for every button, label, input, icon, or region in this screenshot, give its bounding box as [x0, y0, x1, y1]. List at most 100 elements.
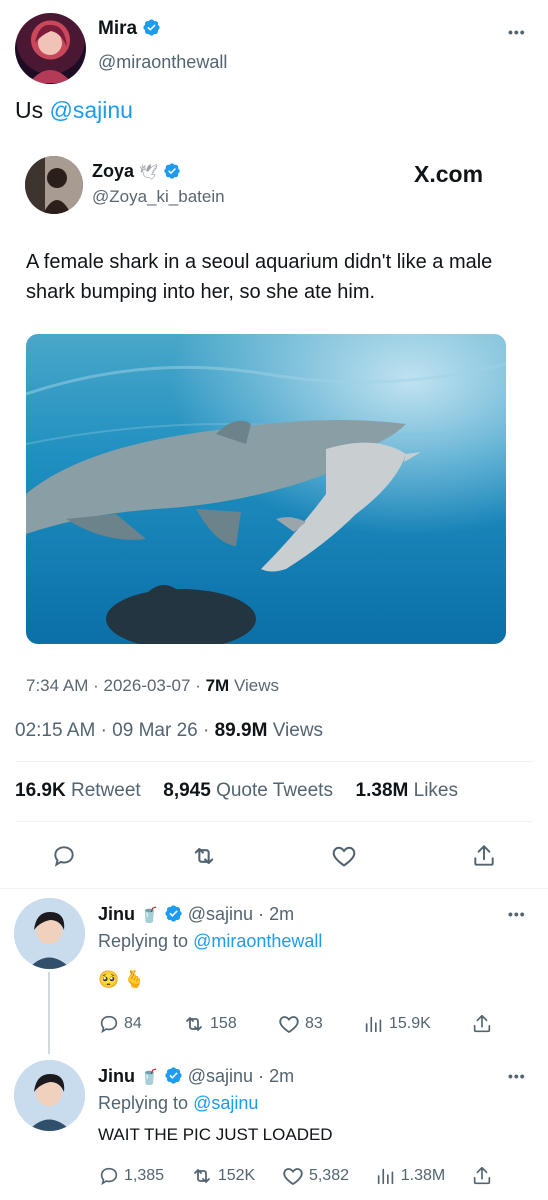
reply1-handle[interactable]: @sajinu	[188, 904, 253, 924]
reply-button[interactable]	[48, 840, 80, 872]
zoya-name: Zoya	[92, 161, 135, 181]
quoted-tweet-text: A female shark in a seoul aquarium didn'…	[26, 251, 493, 303]
verified-badge-icon	[164, 163, 180, 179]
meta-dot: ·	[258, 1066, 265, 1086]
quotes-label: Quote Tweets	[216, 780, 333, 801]
reply2-age: 2m	[269, 1066, 295, 1086]
reply-button[interactable]: 1,385	[98, 1165, 164, 1187]
retweet-icon	[194, 847, 214, 865]
tweet-meta: 02:15 AM · 09 Mar 26 · 89.9M Views	[15, 720, 323, 742]
replying-to-link[interactable]: @sajinu	[193, 1093, 258, 1113]
retweet-button[interactable]	[188, 840, 220, 872]
meta-dot: ·	[203, 720, 215, 741]
shark-photo[interactable]	[26, 334, 506, 644]
dove-emoji-icon: 🕊	[139, 164, 159, 181]
zoya-avatar[interactable]	[25, 156, 83, 214]
mira-avatar[interactable]	[15, 13, 86, 84]
views-icon	[365, 1016, 382, 1033]
quotes-stat[interactable]: 8,945 Quote Tweets	[163, 780, 338, 801]
mira-name[interactable]: Mira	[98, 18, 137, 39]
mira-name-row: Mira	[98, 18, 161, 40]
like-icon	[332, 846, 356, 867]
like-button[interactable]: 5,382	[281, 1164, 349, 1188]
likes-stat[interactable]: 1.38M Likes	[356, 780, 458, 801]
reply2-text: WAIT THE PIC JUST LOADED	[98, 1125, 333, 1144]
tweet-date[interactable]: 09 Mar 26	[112, 720, 198, 741]
quoted-date: 2026-03-07	[103, 676, 191, 695]
like-button[interactable]	[328, 840, 360, 872]
reply-count: 84	[124, 1015, 142, 1032]
reply-button[interactable]: 84	[98, 1013, 142, 1035]
replying-to-link[interactable]: @miraonthewall	[193, 931, 322, 951]
reply-icon	[100, 1015, 118, 1034]
tweet-views-count: 89.9M	[214, 720, 268, 741]
views-button[interactable]: 1.38M	[375, 1165, 445, 1187]
verified-badge-icon	[143, 19, 160, 36]
tweet-text: Us @sajinu	[15, 97, 133, 124]
quoted-time: 7:34 AM	[26, 676, 89, 695]
mira-handle[interactable]: @miraonthewall	[98, 52, 227, 73]
jinu-avatar[interactable]	[14, 898, 85, 969]
xcom-watermark: X.com	[414, 161, 484, 187]
meta-dot: ·	[195, 676, 206, 695]
meta-dot: ·	[93, 676, 104, 695]
drink-emoji-icon: 🥤	[140, 1069, 159, 1086]
tweet-time[interactable]: 02:15 AM	[15, 720, 95, 741]
retweet-icon	[186, 1017, 202, 1031]
meta-dot: ·	[100, 720, 113, 741]
likes-count: 1.38M	[355, 780, 409, 801]
quotes-count: 8,945	[163, 780, 211, 801]
share-button[interactable]	[471, 1013, 493, 1035]
zoya-handle: @Zoya_ki_batein	[92, 187, 225, 206]
retweet-count: 158	[210, 1015, 237, 1032]
jinu-avatar[interactable]	[14, 1060, 85, 1131]
divider	[0, 888, 548, 889]
retweet-button[interactable]: 152K	[190, 1164, 255, 1188]
reply2-handle[interactable]: @sajinu	[188, 1066, 253, 1086]
zoya-name-row: Zoya 🕊	[92, 161, 181, 182]
more-icon[interactable]: •••	[508, 1068, 526, 1084]
divider	[15, 761, 533, 762]
reply-icon	[100, 1167, 118, 1186]
like-button[interactable]: 83	[277, 1012, 323, 1036]
retweets-count: 16.9K	[15, 780, 66, 801]
reply2-header: Jinu 🥤 @sajinu · 2m	[98, 1066, 294, 1087]
tweet-views-label: Views	[272, 720, 324, 741]
reply2-author[interactable]: Jinu	[98, 1066, 135, 1086]
views-count: 1.38M	[400, 1167, 446, 1184]
retweets-stat[interactable]: 16.9K Retweet	[15, 780, 146, 801]
verified-badge-icon	[165, 1067, 182, 1084]
reply1-text: 🥺 🫰	[98, 970, 146, 989]
share-button[interactable]	[468, 840, 500, 872]
views-button[interactable]: 15.9K	[363, 1013, 431, 1035]
like-count: 5,382	[308, 1167, 349, 1184]
reply1-header: Jinu 🥤 @sajinu · 2m	[98, 904, 294, 925]
reply-icon	[54, 846, 74, 867]
share-icon	[474, 845, 494, 866]
replying-label: Replying to	[98, 1093, 189, 1113]
share-button[interactable]	[471, 1165, 493, 1187]
thread-line	[48, 972, 50, 1054]
tweet-stats: 16.9K Retweet 8,945 Quote Tweets 1.38M L…	[15, 780, 458, 802]
reply1-author[interactable]: Jinu	[98, 904, 135, 924]
more-icon[interactable]: •••	[508, 906, 526, 922]
drink-emoji-icon: 🥤	[140, 907, 159, 924]
reply1-actions: 84 158 83 15.9K	[98, 1012, 493, 1036]
quoted-views-label: Views	[233, 676, 279, 695]
retweet-count: 152K	[217, 1167, 256, 1184]
retweet-button[interactable]: 158	[182, 1012, 237, 1036]
views-count: 15.9K	[388, 1015, 431, 1032]
retweets-label: Retweet	[70, 780, 141, 801]
tweet-text-prefix: Us	[15, 97, 44, 123]
reply1-replying: Replying to @miraonthewall	[98, 931, 322, 952]
quoted-views-count: 7M	[205, 676, 230, 695]
reply1-age: 2m	[269, 904, 295, 924]
quoted-meta: 7:34 AM · 2026-03-07 · 7M Views	[26, 676, 279, 696]
reply2-actions: 1,385 152K 5,382 1.38M	[98, 1164, 493, 1188]
more-icon[interactable]: •••	[508, 24, 526, 40]
like-icon	[283, 1168, 303, 1186]
reply-count: 1,385	[124, 1167, 165, 1184]
like-count: 83	[304, 1015, 323, 1032]
tweet-mention-link[interactable]: @sajinu	[50, 97, 133, 123]
views-icon	[377, 1168, 394, 1185]
